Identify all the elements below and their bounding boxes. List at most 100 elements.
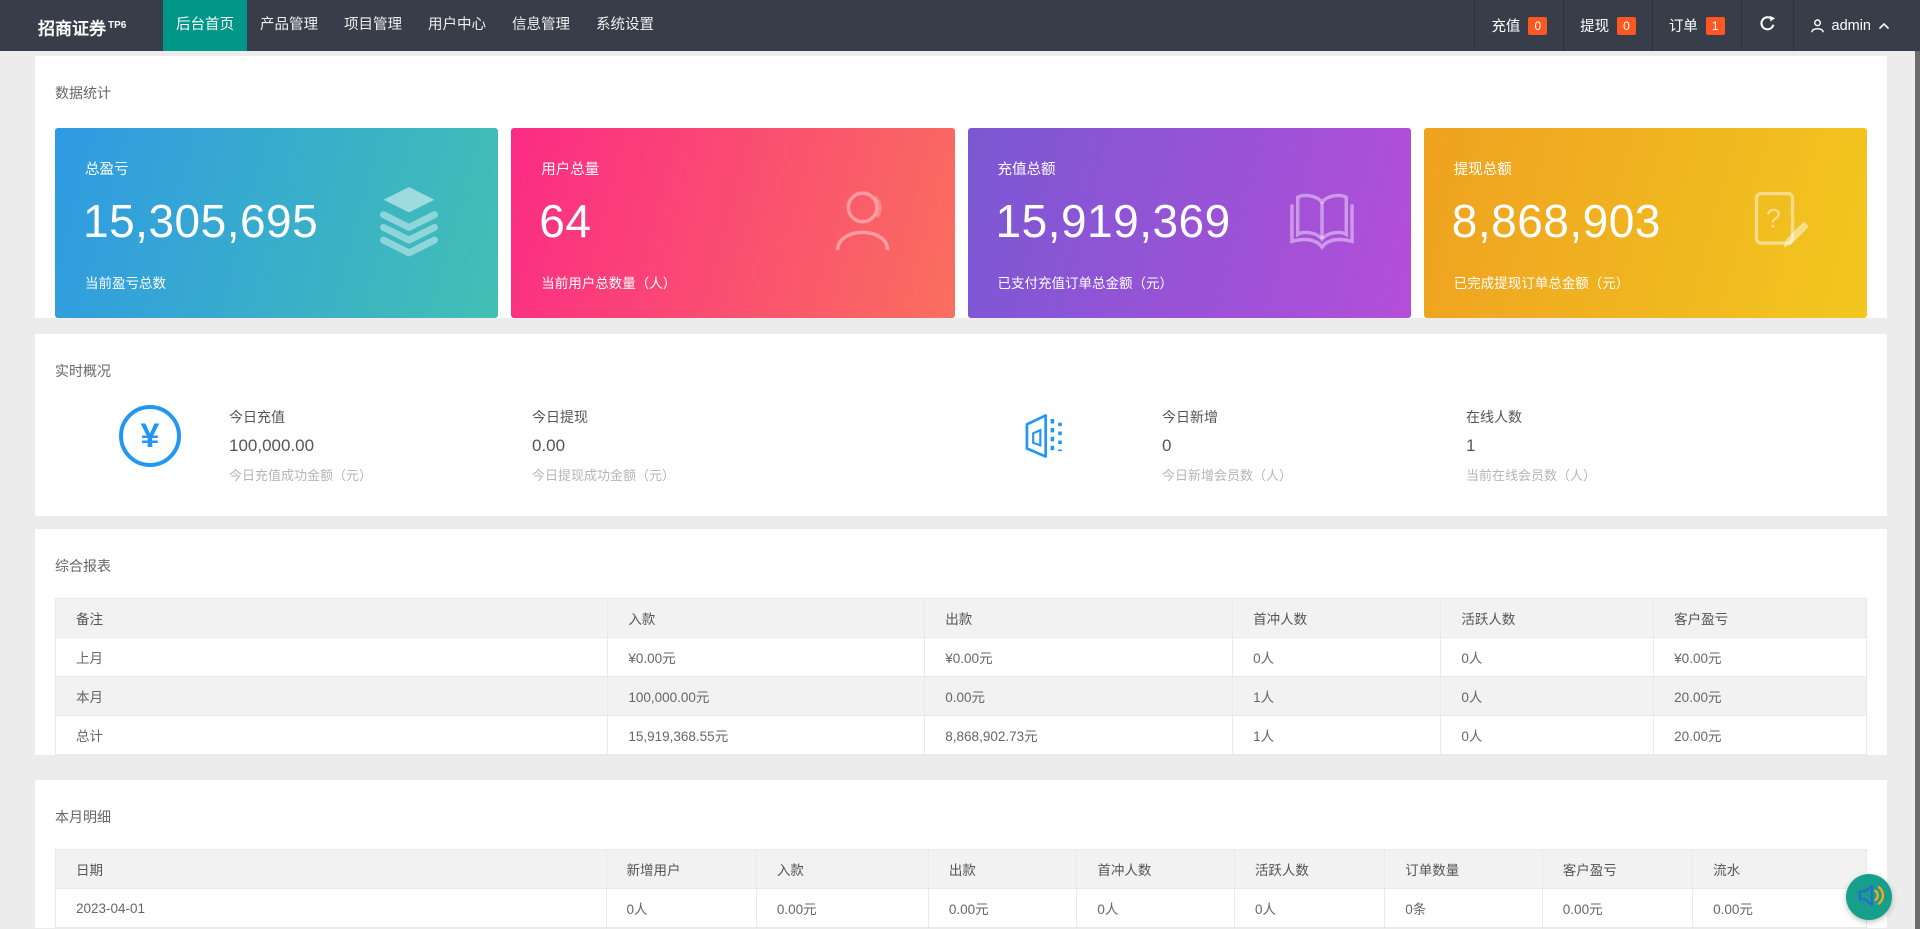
card-value: 64	[539, 195, 592, 247]
cell: 本月	[54, 676, 609, 716]
card-title: 提现总额	[1453, 162, 1512, 178]
card-total-withdraw: 提现总额 8,868,903 已完成提现订单总金额（元） ?	[1423, 128, 1867, 318]
card-total-profit: 总盈亏 15,305,695 当前盈亏总数	[55, 128, 499, 318]
stat-value: 1	[1466, 436, 1476, 455]
card-desc: 当前盈亏总数	[85, 276, 166, 291]
realtime-row: ¥ 今日充值 100,000.00 今日充值成功金额（元） 今日提现 0.00 …	[55, 405, 1867, 516]
detail-table: 日期 新增用户 入款 出款 首冲人数 活跃人数 订单数量 客户盈亏 流水 202…	[55, 849, 1867, 928]
cell: 0.00元	[755, 888, 929, 928]
cell: 0人	[1233, 888, 1386, 928]
card-value: 8,868,903	[1451, 195, 1661, 247]
cell: 0人	[1440, 676, 1655, 716]
withdraw-shortcut[interactable]: 提现 0	[1563, 0, 1652, 51]
recharge-count-badge: 0	[1528, 16, 1548, 35]
col-withdraw: 出款	[927, 849, 1078, 889]
stat-label: 今日提现	[532, 409, 588, 425]
stat-value: 0	[1162, 436, 1172, 455]
col-first-recharge: 首冲人数	[1076, 849, 1235, 889]
cell: 0.00元	[1692, 888, 1867, 928]
speaker-icon	[1852, 878, 1886, 917]
card-title: 总盈亏	[85, 162, 129, 178]
col-active-users: 活跃人数	[1440, 598, 1655, 638]
refresh-button[interactable]	[1740, 0, 1793, 51]
open-book-icon	[1285, 184, 1359, 263]
realtime-panel: 实时概况 ¥ 今日充值 100,000.00 今日充值成功金额（元） 今日提现 …	[35, 334, 1887, 516]
col-active-users: 活跃人数	[1233, 849, 1386, 889]
col-deposit: 入款	[607, 598, 926, 638]
cell: 20.00元	[1653, 715, 1867, 755]
stat-label: 在线人数	[1466, 409, 1522, 425]
building-icon	[1018, 405, 1068, 469]
card-desc: 已支付充值订单总金额（元）	[997, 276, 1174, 291]
col-order-count: 订单数量	[1384, 849, 1543, 889]
menu-item-users[interactable]: 用户中心	[415, 0, 499, 51]
cell: ¥0.00元	[924, 637, 1234, 677]
brand-logo: 招商证券 TP6	[0, 0, 163, 51]
refresh-icon	[1758, 14, 1777, 37]
orders-label: 订单	[1668, 19, 1698, 35]
stat-value: 100,000.00	[229, 436, 315, 455]
col-remark: 备注	[54, 598, 609, 638]
cell: 0人	[1440, 715, 1655, 755]
menu-item-settings[interactable]: 系统设置	[583, 0, 667, 51]
menu-item-home[interactable]: 后台首页	[163, 0, 247, 51]
cell: 0条	[1384, 888, 1543, 928]
withdraw-label: 提现	[1580, 19, 1610, 35]
card-total-users: 用户总量 64 当前用户总数量（人）	[511, 128, 955, 318]
menu-item-projects[interactable]: 项目管理	[331, 0, 415, 51]
brand-name: 招商证券	[38, 19, 106, 39]
stat-today-withdraw: 今日提现 0.00 今日提现成功金额（元）	[532, 405, 1018, 484]
username: admin	[1831, 17, 1872, 34]
table-row-date: 2023-04-01 0人 0.00元 0.00元 0人 0人 0条 0.00元…	[55, 888, 1867, 928]
cell: 总计	[54, 715, 609, 755]
recharge-shortcut[interactable]: 充值 0	[1474, 0, 1563, 51]
orders-count-badge: 1	[1705, 16, 1725, 35]
vertical-scrollbar[interactable]	[1915, 51, 1920, 929]
menu-item-products[interactable]: 产品管理	[247, 0, 331, 51]
col-date: 日期	[55, 849, 607, 889]
cell: 0.00元	[927, 888, 1078, 928]
cell: 1人	[1232, 676, 1442, 716]
cell: 1人	[1232, 715, 1442, 755]
orders-shortcut[interactable]: 订单 1	[1651, 0, 1741, 51]
cell: 0人	[1232, 637, 1442, 677]
stat-online-users: 在线人数 1 当前在线会员数（人）	[1466, 405, 1867, 484]
svg-text:?: ?	[1766, 203, 1781, 233]
cell: ¥0.00元	[1653, 637, 1867, 677]
main-menu: 后台首页 产品管理 项目管理 用户中心 信息管理 系统设置	[163, 0, 667, 51]
card-value: 15,919,369	[995, 195, 1231, 247]
cell: 100,000.00元	[607, 676, 926, 716]
table-row-last-month: 上月 ¥0.00元 ¥0.00元 0人 0人 ¥0.00元	[54, 637, 1867, 677]
recharge-label: 充值	[1491, 19, 1521, 35]
user-icon	[1810, 18, 1825, 34]
cell: 2023-04-01	[55, 888, 607, 928]
menu-item-info[interactable]: 信息管理	[499, 0, 583, 51]
report-table: 备注 入款 出款 首冲人数 活跃人数 客户盈亏 上月 ¥0.00元 ¥0.00元…	[54, 598, 1867, 755]
yuan-circle-icon: ¥	[119, 405, 181, 467]
document-edit-icon: ?	[1743, 185, 1815, 262]
user-menu[interactable]: admin	[1792, 0, 1920, 51]
stat-label: 今日充值	[229, 409, 285, 425]
chevron-up-icon	[1878, 22, 1890, 30]
sound-fab-button[interactable]	[1846, 874, 1892, 920]
col-first-recharge: 首冲人数	[1232, 598, 1442, 638]
col-deposit: 入款	[755, 849, 929, 889]
cell: 0.00元	[924, 676, 1234, 716]
stats-panel-title: 数据统计	[55, 85, 111, 101]
brand-version: TP6	[108, 20, 127, 31]
report-panel: 综合报表 备注 入款 出款 首冲人数 活跃人数 客户盈亏 上月 ¥0.00元 ¥…	[35, 529, 1887, 755]
cell: 8,868,902.73元	[924, 715, 1234, 755]
card-title: 充值总额	[997, 162, 1056, 178]
col-withdraw: 出款	[924, 598, 1234, 638]
report-panel-title: 综合报表	[55, 558, 111, 574]
cell: 15,919,368.55元	[607, 715, 926, 755]
card-value: 15,305,695	[83, 195, 319, 247]
card-total-recharge: 充值总额 15,919,369 已支付充值订单总金额（元）	[967, 128, 1411, 318]
col-turnover: 流水	[1692, 849, 1867, 889]
detail-panel-title: 本月明细	[55, 809, 111, 825]
detail-panel: 本月明细 日期 新增用户 入款 出款 首冲人数 活跃人数 订单数量 客户盈亏 流…	[35, 780, 1887, 928]
navbar-right: 充值 0 提现 0 订单 1 admin	[1474, 0, 1920, 51]
detail-header-row: 日期 新增用户 入款 出款 首冲人数 活跃人数 订单数量 客户盈亏 流水	[55, 849, 1867, 889]
realtime-panel-title: 实时概况	[55, 363, 111, 379]
user-silhouette-icon	[827, 183, 903, 264]
